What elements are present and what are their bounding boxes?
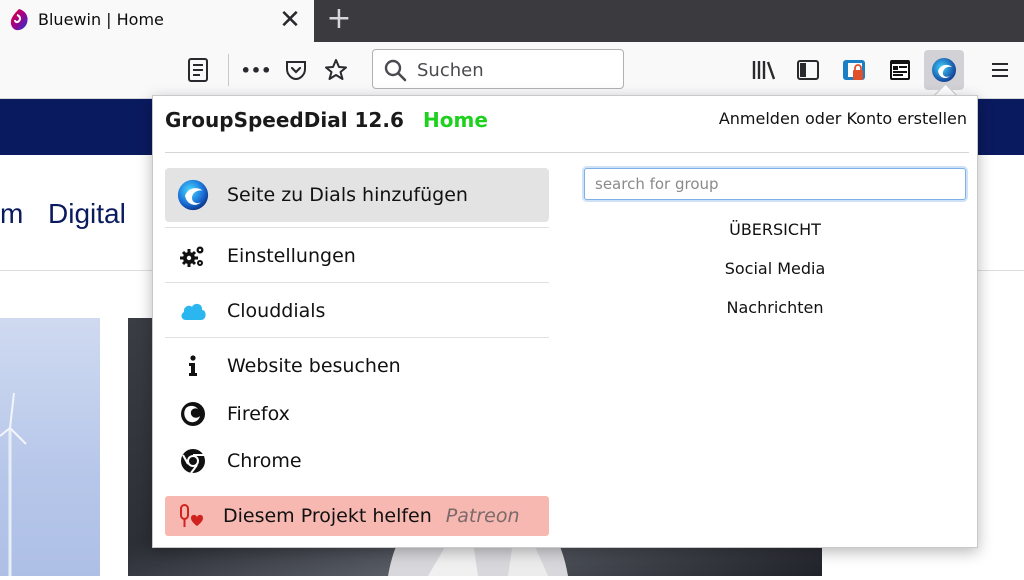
groupspeeddial-popup: GroupSpeedDial 12.6 Home Anmelden oder K…: [152, 95, 978, 548]
group-item-social-media[interactable]: Social Media: [584, 259, 966, 278]
add-page-label: Seite zu Dials hinzufügen: [227, 184, 468, 206]
hamburger-menu-icon[interactable]: [986, 56, 1014, 84]
patreon-label: Diesem Projekt helfen: [223, 505, 432, 527]
search-icon: [384, 59, 407, 82]
clouddials-label: Clouddials: [227, 300, 326, 322]
add-page-to-dials-button[interactable]: Seite zu Dials hinzufügen: [165, 168, 549, 222]
new-tab-icon[interactable]: +: [324, 4, 354, 34]
signin-link[interactable]: Anmelden oder Konto erstellen: [719, 109, 967, 128]
page-actions-icon[interactable]: •••: [241, 56, 272, 84]
bookmark-star-icon[interactable]: [322, 56, 350, 84]
cloud-icon: [177, 295, 209, 327]
firefox-menu-item[interactable]: Firefox: [165, 388, 549, 440]
settings-label: Einstellungen: [227, 245, 356, 267]
site-nav-item[interactable]: m: [0, 198, 23, 230]
group-item-news[interactable]: Nachrichten: [584, 298, 966, 317]
tab-strip: Bluewin | Home ✕ +: [0, 0, 1024, 42]
groupspeeddial-logo-icon: [177, 179, 209, 211]
chrome-menu-item[interactable]: Chrome: [165, 435, 549, 487]
firefox-icon: [177, 398, 209, 430]
navigation-bar: ••• Suchen: [0, 42, 1024, 99]
menu-separator: [165, 337, 549, 338]
group-search-input[interactable]: [584, 168, 966, 200]
menu-separator: [165, 282, 549, 283]
sidebar-icon[interactable]: [794, 56, 822, 84]
tab-bluewin[interactable]: Bluewin | Home ✕: [0, 0, 314, 42]
site-nav-item-digital[interactable]: Digital: [48, 198, 126, 230]
visit-website-label: Website besuchen: [227, 355, 401, 377]
group-item-overview[interactable]: ÜBERSICHT: [584, 220, 966, 239]
reader-view-icon[interactable]: [184, 56, 212, 84]
nav-separator: [228, 54, 229, 86]
settings-menu-item[interactable]: Einstellungen: [165, 230, 549, 282]
extension-calendar-icon[interactable]: [886, 56, 914, 84]
pocket-icon[interactable]: [282, 56, 310, 84]
patreon-support-button[interactable]: Diesem Projekt helfen Patreon: [165, 496, 549, 536]
home-link[interactable]: Home: [423, 108, 488, 132]
clouddials-menu-item[interactable]: Clouddials: [165, 285, 549, 337]
visit-website-menu-item[interactable]: Website besuchen: [165, 340, 549, 392]
menu-separator: [165, 227, 549, 228]
article-image-wind-turbine[interactable]: [0, 318, 100, 576]
patreon-heart-icon: [177, 500, 209, 532]
extension-lock-icon[interactable]: [840, 56, 868, 84]
swisscom-logo-icon: [10, 9, 28, 31]
popup-divider: [165, 152, 969, 153]
patreon-sublabel: Patreon: [445, 505, 520, 527]
info-icon: [177, 350, 209, 382]
chrome-label: Chrome: [227, 450, 302, 472]
popup-title: GroupSpeedDial 12.6: [165, 108, 404, 132]
search-placeholder: Suchen: [417, 60, 484, 81]
chrome-icon: [177, 445, 209, 477]
search-bar[interactable]: Suchen: [372, 49, 624, 89]
firefox-label: Firefox: [227, 403, 290, 425]
tab-title: Bluewin | Home: [38, 10, 164, 29]
groupspeeddial-icon[interactable]: [930, 56, 958, 84]
library-icon[interactable]: [750, 56, 778, 84]
tab-close-icon[interactable]: ✕: [276, 6, 304, 34]
gears-icon: [177, 240, 209, 272]
